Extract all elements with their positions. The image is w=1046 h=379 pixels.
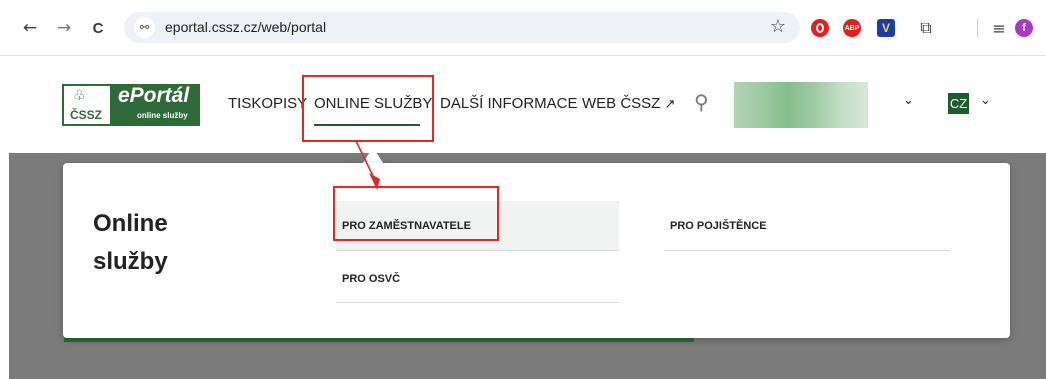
adblock-plus-icon[interactable]: ABP (843, 19, 861, 37)
cssz-logo[interactable]: ♧ ČSSZ (62, 84, 112, 126)
bookmark-star-icon[interactable]: ☆ (770, 16, 786, 37)
opera-ring-icon (816, 23, 824, 33)
nav-tiskopisy[interactable]: TISKOPISY (228, 95, 307, 112)
menu-item-pro-pojistence[interactable]: PRO POJIŠTĚNCE (664, 201, 950, 250)
online-services-dropdown: Online služby PRO ZAMĚSTNAVATELE PRO POJ… (63, 163, 1010, 338)
dropdown-pointer (363, 147, 383, 163)
address-bar[interactable]: ⚯ eportal.cssz.cz/web/portal ☆ (124, 12, 800, 43)
logo-eportal-text: ePortál (118, 84, 190, 107)
logo-subtitle: online služby (137, 111, 188, 120)
checkmark-extension-icon[interactable]: V (877, 19, 895, 37)
opera-extension-icon[interactable] (811, 19, 829, 37)
green-accent-bar (64, 338, 694, 342)
profile-avatar[interactable]: f (1015, 19, 1033, 37)
reading-list-icon[interactable]: ≡ (988, 17, 1010, 39)
forward-icon[interactable]: → (53, 17, 75, 39)
toolbar-separator (977, 19, 978, 37)
annotation-box-pro-zamestnavatele (333, 186, 499, 241)
logo-cssz-text: ČSSZ (70, 108, 103, 122)
nav-web-cssz-label: WEB ČSSZ (582, 95, 661, 112)
extensions-puzzle-icon[interactable]: ⧉ (915, 17, 937, 39)
language-chevron-icon[interactable]: ⌄ (980, 93, 991, 108)
browser-toolbar: ← → C ⚯ eportal.cssz.cz/web/portal ☆ ABP… (0, 0, 1046, 56)
url-text[interactable]: eportal.cssz.cz/web/portal (165, 19, 326, 35)
menu-divider (664, 250, 950, 251)
menu-divider (336, 250, 619, 251)
menu-divider (336, 302, 619, 303)
back-icon[interactable]: ← (19, 17, 41, 39)
menu-item-pro-osvc[interactable]: PRO OSVČ (336, 256, 619, 302)
reload-icon[interactable]: C (87, 17, 109, 39)
eportal-logo[interactable]: ePortál online služby (112, 84, 200, 126)
user-name-blurred[interactable] (734, 82, 868, 128)
annotation-box-online-sluzby (302, 75, 434, 142)
site-settings-icon[interactable]: ⚯ (134, 17, 155, 38)
external-link-icon: ↗ (664, 97, 676, 112)
dropdown-title: Online služby (93, 210, 168, 275)
nav-web-cssz[interactable]: WEB ČSSZ ↗ (582, 95, 675, 112)
user-menu-chevron-icon[interactable]: ⌄ (903, 93, 914, 108)
nav-dalsi-informace[interactable]: DALŠÍ INFORMACE (440, 95, 578, 112)
language-badge[interactable]: CZ (948, 93, 969, 114)
site-header: ♧ ČSSZ ePortál online služby TISKOPISY O… (0, 56, 1046, 153)
search-icon[interactable]: ⚲ (694, 90, 709, 114)
leaf-logo-icon: ♧ (73, 88, 86, 104)
